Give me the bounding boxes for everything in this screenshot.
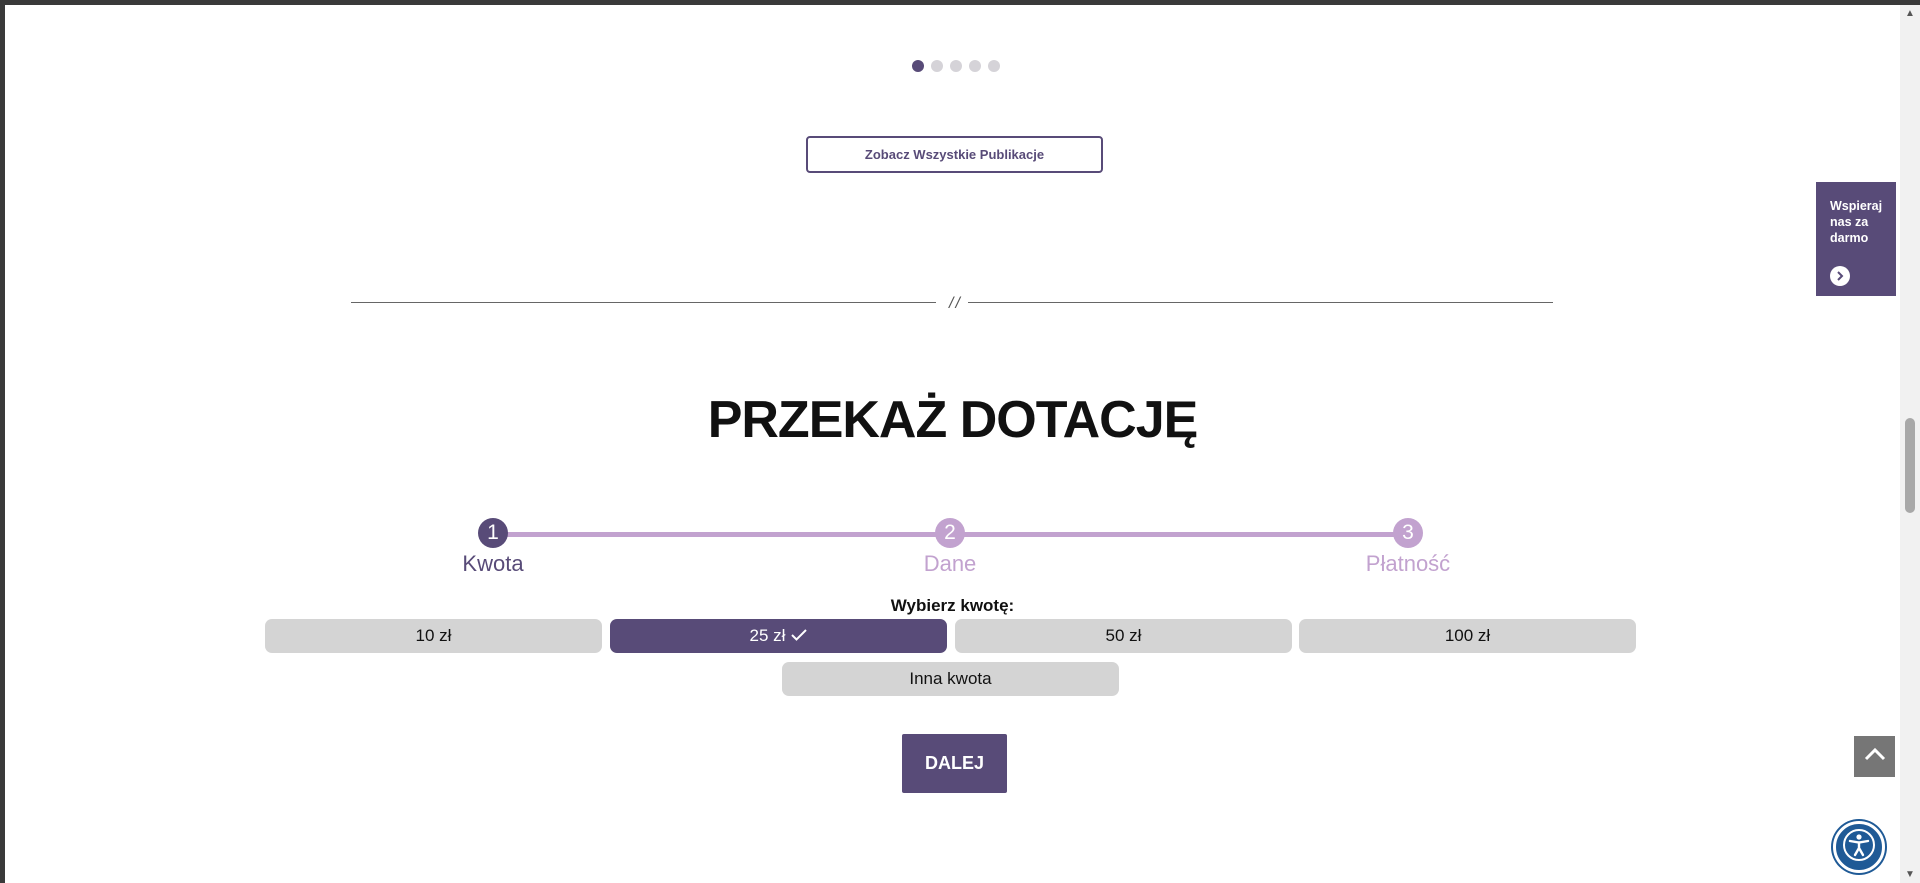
divider-left (351, 302, 936, 303)
accessibility-icon (1842, 828, 1876, 867)
step-3-label: Płatność (1365, 551, 1451, 576)
page-scrollbar[interactable]: ▲ ▼ (1900, 5, 1920, 883)
amount-label: 50 zł (1105, 626, 1142, 645)
carousel-dots (912, 60, 1000, 72)
amount-option-100[interactable]: 100 zł (1299, 619, 1636, 653)
accessibility-button[interactable] (1833, 821, 1885, 873)
scroll-thumb[interactable] (1905, 418, 1915, 513)
amount-option-25[interactable]: 25 zł (610, 619, 947, 653)
carousel-dot[interactable] (969, 60, 981, 72)
step-1-label: Kwota (462, 551, 524, 576)
chevron-right-icon[interactable] (1830, 266, 1850, 286)
support-widget[interactable]: Wspieraj nas za darmo (1816, 182, 1896, 296)
scroll-to-top-button[interactable] (1854, 736, 1895, 777)
divider-right (968, 302, 1553, 303)
scroll-up-arrow-icon[interactable]: ▲ (1900, 5, 1920, 22)
amount-label: Inna kwota (909, 669, 992, 688)
amount-label: 100 zł (1444, 626, 1491, 645)
amount-option-10[interactable]: 10 zł (265, 619, 602, 653)
step-1-circle: 1 (478, 518, 508, 548)
step-2-label: Dane (923, 551, 977, 576)
step-connector (493, 532, 950, 537)
step-2-circle: 2 (935, 518, 965, 548)
chevron-up-icon (1864, 747, 1886, 766)
step-connector (950, 532, 1408, 537)
carousel-dot[interactable] (988, 60, 1000, 72)
carousel-dot[interactable] (912, 60, 924, 72)
page-viewport: Zobacz Wszystkie Publikacje // PRZEKAŻ D… (5, 5, 1920, 883)
amount-label: 10 zł (415, 626, 452, 645)
amount-prompt: Wybierz kwotę: (890, 596, 1015, 615)
next-button[interactable]: DALEJ (902, 734, 1007, 793)
divider-mark: // (949, 295, 962, 312)
carousel-dot[interactable] (931, 60, 943, 72)
amount-label: 25 zł (749, 626, 786, 645)
all-publications-button[interactable]: Zobacz Wszystkie Publikacje (806, 136, 1103, 173)
donation-title: PRZEKAŻ DOTACJĘ (707, 391, 1199, 449)
check-icon (791, 626, 808, 646)
step-3-circle: 3 (1393, 518, 1423, 548)
amount-option-50[interactable]: 50 zł (955, 619, 1292, 653)
carousel-dot[interactable] (950, 60, 962, 72)
scroll-down-arrow-icon[interactable]: ▼ (1900, 866, 1920, 883)
support-text: Wspieraj nas za darmo (1830, 199, 1883, 245)
amount-option-other[interactable]: Inna kwota (782, 662, 1119, 696)
